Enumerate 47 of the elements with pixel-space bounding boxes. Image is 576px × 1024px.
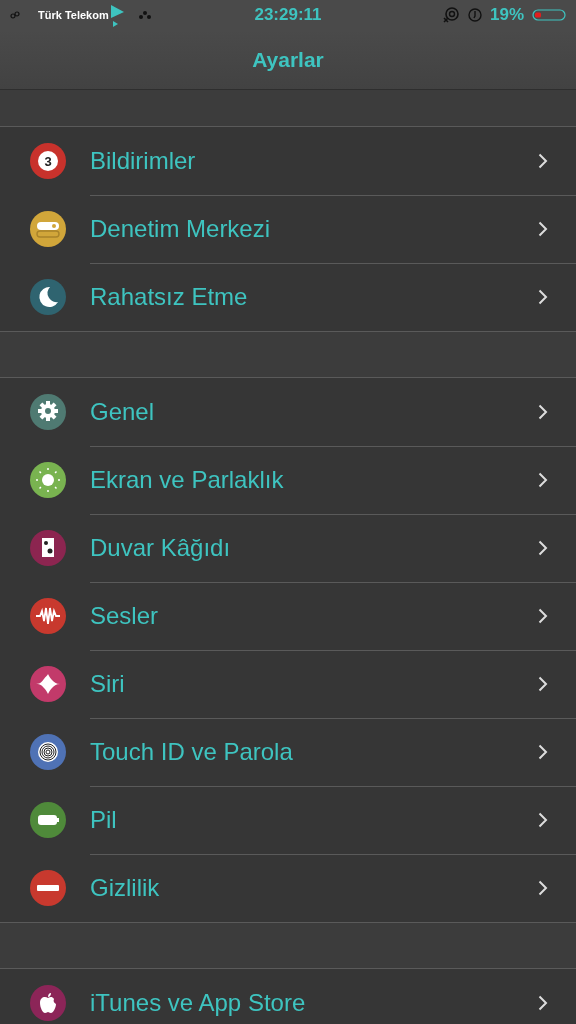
row-label: Bildirimler — [90, 149, 197, 173]
chevron-icon — [538, 880, 548, 896]
row-label: iTunes ve App Store — [90, 991, 307, 1015]
row-label: Gizlilik — [90, 876, 161, 900]
chevron-icon — [538, 289, 548, 305]
settings-row[interactable]: 3 Bildirimler — [0, 127, 576, 195]
row-label: Duvar Kâğıdı — [90, 536, 232, 560]
dots-icon — [138, 11, 151, 19]
arrow-icon — [108, 3, 125, 27]
clock-icon — [467, 8, 482, 22]
chevron-icon — [538, 153, 548, 169]
settings-row[interactable]: Denetim Merkezi — [0, 195, 576, 263]
row-label: Denetim Merkezi — [90, 217, 272, 241]
link-icon — [10, 11, 20, 19]
settings-row[interactable]: Duvar Kâğıdı — [0, 514, 576, 582]
chevron-icon — [538, 995, 548, 1011]
page-title: Ayarlar — [252, 47, 324, 72]
settings-row[interactable]: Touch ID ve Parola — [0, 718, 576, 786]
badge-icon: 3 — [30, 143, 66, 179]
row-label: Pil — [90, 808, 118, 832]
settings-row[interactable]: Pil — [0, 786, 576, 854]
battery-percent: 19% — [489, 5, 524, 25]
settings-row[interactable]: Genel — [0, 378, 576, 446]
row-label: Sesler — [90, 604, 160, 628]
chevron-icon — [538, 221, 548, 237]
row-label: Siri — [90, 672, 126, 696]
settings-row[interactable]: Gizlilik — [0, 854, 576, 922]
battery-icon — [532, 9, 566, 21]
clock-time: 23:29:11 — [254, 5, 322, 25]
chevron-icon — [538, 744, 548, 760]
settings-row[interactable]: Rahatsız Etme — [0, 263, 576, 331]
chevron-icon — [538, 608, 548, 624]
row-label: Genel — [90, 400, 156, 424]
chevron-icon — [538, 540, 548, 556]
spiral-icon — [441, 6, 460, 24]
settings-row[interactable]: Ekran ve Parlaklık — [0, 446, 576, 514]
chevron-icon — [538, 676, 548, 692]
chevron-icon — [538, 404, 548, 420]
carrier-name: Türk Telekom — [38, 9, 109, 21]
settings-row[interactable]: iTunes ve App Store — [0, 969, 576, 1024]
row-label: Touch ID ve Parola — [90, 740, 294, 764]
settings-row[interactable]: Siri — [0, 650, 576, 718]
chevron-icon — [538, 472, 548, 488]
chevron-icon — [538, 812, 548, 828]
row-label: Rahatsız Etme — [90, 285, 249, 309]
settings-row[interactable]: Sesler — [0, 582, 576, 650]
row-label: Ekran ve Parlaklık — [90, 468, 285, 492]
